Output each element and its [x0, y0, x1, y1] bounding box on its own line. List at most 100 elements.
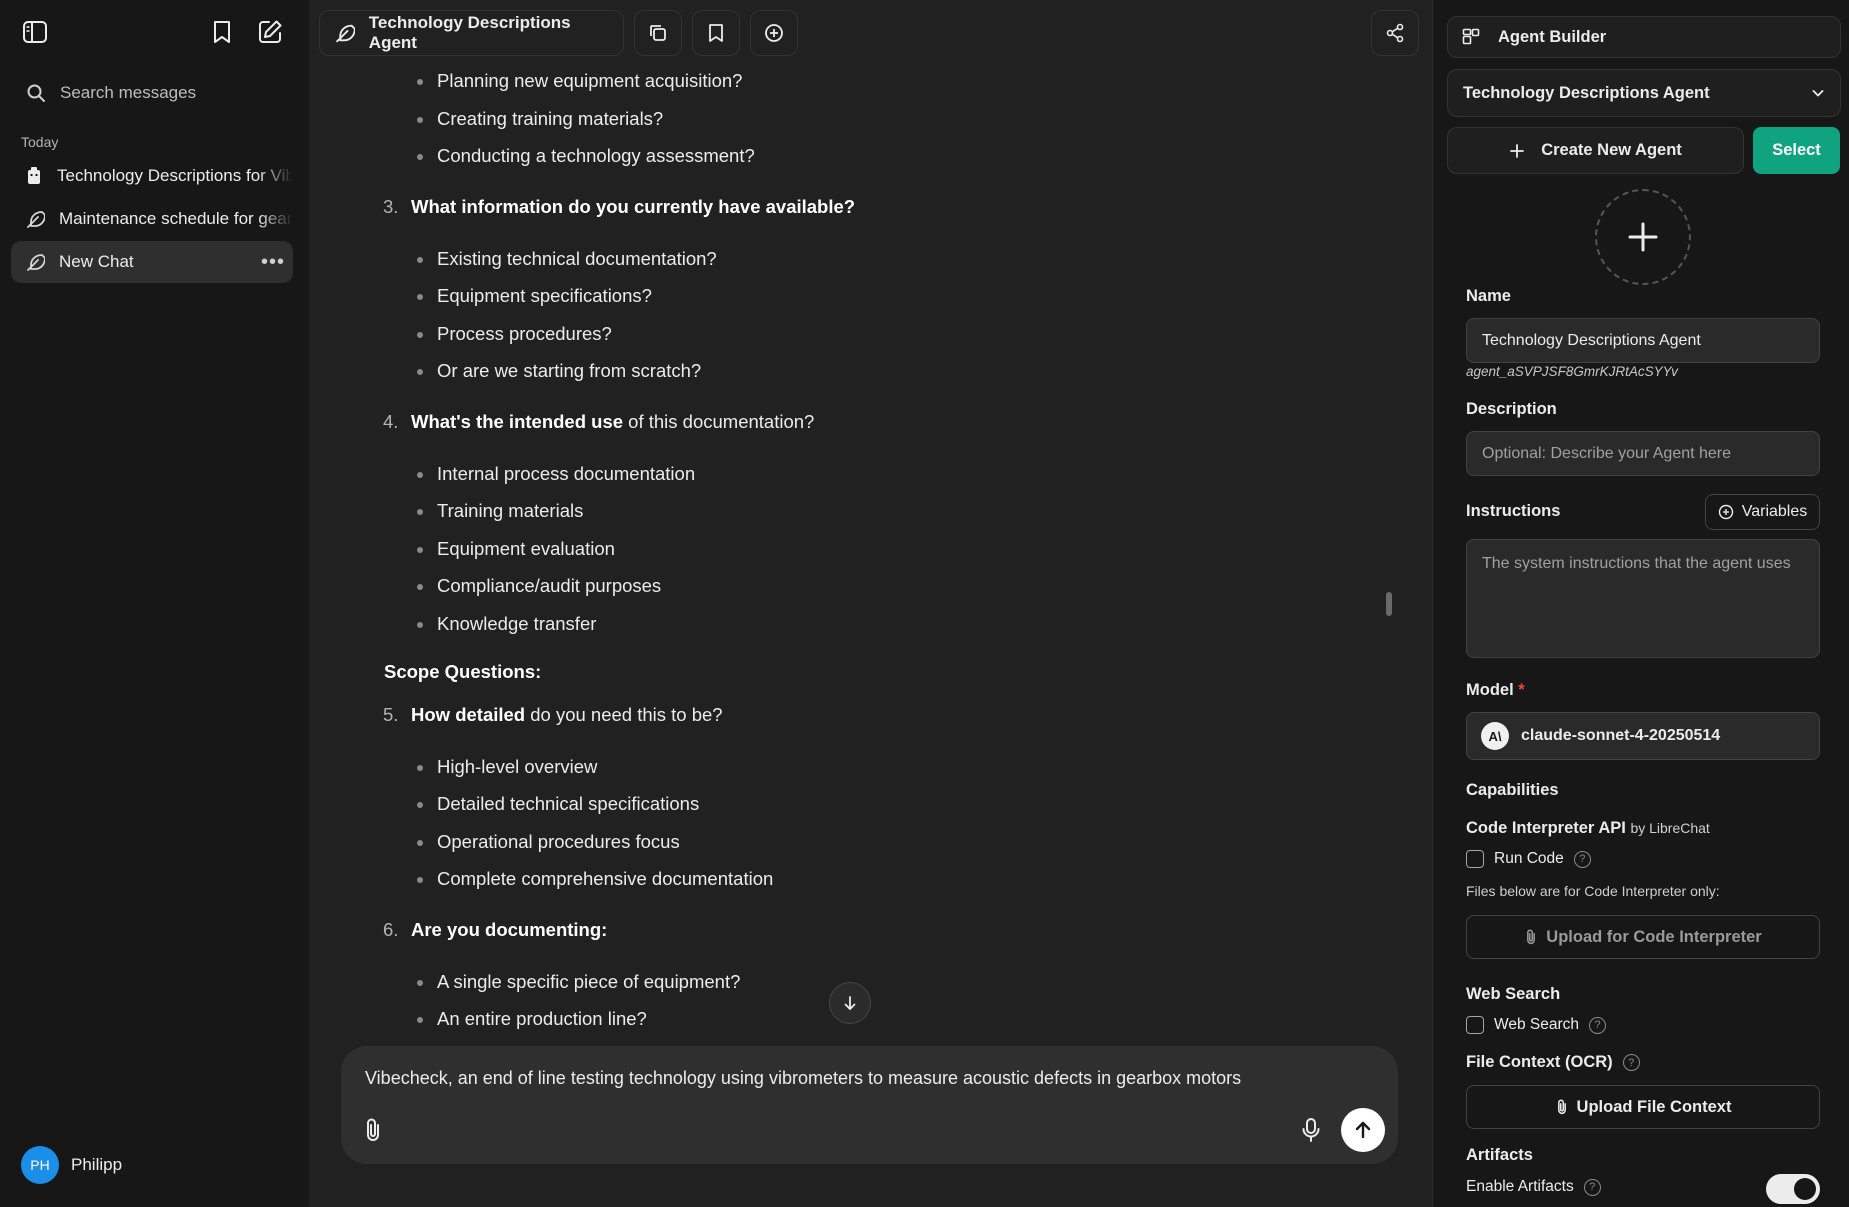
selected-agent: Technology Descriptions Agent — [1463, 83, 1710, 102]
add-button[interactable] — [750, 10, 798, 56]
list-item: Existing technical documentation? — [417, 248, 717, 269]
run-code-checkbox[interactable] — [1466, 850, 1484, 868]
select-button[interactable]: Select — [1753, 127, 1840, 174]
composer: Vibecheck, an end of line testing techno… — [341, 1046, 1398, 1164]
feather-icon — [27, 254, 45, 271]
upload-code-interpreter-button[interactable]: Upload for Code Interpreter — [1466, 915, 1820, 959]
conversation-item-active[interactable]: New Chat ••• — [11, 241, 293, 283]
list-item: Process procedures? — [417, 323, 612, 344]
question-3: 3. What information do you currently have… — [383, 196, 855, 218]
question-6: 6. Are you documenting: — [383, 919, 607, 941]
artifacts-heading: Artifacts — [1466, 1146, 1533, 1164]
plus-icon — [1628, 222, 1658, 252]
bookmark-icon — [214, 21, 230, 43]
scrollbar[interactable] — [1386, 592, 1392, 616]
share-button[interactable] — [1371, 10, 1419, 56]
list-item: Operational procedures focus — [417, 831, 680, 852]
instructions-textarea[interactable]: The system instructions that the agent u… — [1466, 539, 1820, 658]
list-item: Equipment evaluation — [417, 538, 615, 559]
model-label: Model * — [1466, 681, 1525, 700]
agent-selector-button[interactable]: Technology Descriptions Agent — [319, 10, 624, 56]
help-icon[interactable]: ? — [1622, 1054, 1640, 1071]
list-item: Training materials — [416, 500, 584, 521]
list-item: Compliance/audit purposes — [416, 575, 662, 596]
variables-label: Variables — [1741, 503, 1808, 520]
list-item: High-level overview — [416, 756, 598, 777]
model-selector[interactable]: A\ claude-sonnet-4-20250514 — [1466, 712, 1820, 760]
search-input[interactable]: Search messages — [60, 83, 196, 103]
name-input[interactable]: Technology Descriptions Agent — [1466, 318, 1820, 363]
scroll-to-bottom-button[interactable] — [829, 982, 871, 1024]
create-new-agent-button[interactable]: Create New Agent — [1447, 127, 1744, 174]
question-rest: of this documentation? — [623, 411, 815, 432]
bookmarks-button[interactable] — [202, 12, 242, 52]
message-input[interactable]: Vibecheck, an end of line testing techno… — [365, 1068, 1241, 1089]
enable-artifacts-toggle[interactable] — [1766, 1174, 1820, 1204]
run-code-label: Run Code — [1494, 850, 1564, 867]
list-item: Internal process documentation — [416, 463, 696, 484]
upload-file-context-button[interactable]: Upload File Context — [1466, 1085, 1820, 1129]
feather-icon — [27, 211, 45, 228]
list-item: Complete comprehensive documentation — [416, 868, 774, 889]
code-interpreter-heading: Code Interpreter API by LibreChat — [1466, 819, 1710, 838]
list-item: Planning new equipment acquisition? — [416, 70, 743, 91]
help-icon[interactable]: ? — [1573, 850, 1591, 868]
agent-avatar-icon — [28, 167, 40, 184]
model-label-text: Model — [1466, 681, 1514, 699]
user-menu[interactable]: PH Philipp — [21, 1146, 122, 1184]
description-input[interactable]: Optional: Describe your Agent here — [1466, 431, 1820, 476]
upload-ci-label: Upload for Code Interpreter — [1546, 927, 1762, 946]
help-icon[interactable]: ? — [1589, 1016, 1607, 1034]
instructions-label: Instructions — [1466, 502, 1561, 520]
question-number: 6. — [383, 919, 399, 940]
model-value: claude-sonnet-4-20250514 — [1521, 727, 1721, 744]
bookmark-icon — [709, 24, 723, 42]
required-marker: * — [1518, 681, 1525, 699]
agent-builder-header[interactable]: Agent Builder — [1447, 16, 1841, 58]
help-icon[interactable]: ? — [1583, 1178, 1601, 1196]
new-chat-button[interactable] — [250, 12, 290, 52]
files-note: Files below are for Code Interpreter onl… — [1466, 883, 1720, 899]
sidebar-toggle-icon — [23, 21, 47, 43]
file-context-heading: File Context (OCR) ? — [1466, 1053, 1640, 1072]
list-item: A single specific piece of equipment? — [416, 971, 741, 992]
code-interpreter-by: by LibreChat — [1630, 820, 1710, 836]
question-bold: What's the intended use — [411, 411, 624, 432]
scope-heading-text: Scope Questions: — [384, 661, 542, 682]
conversation-item[interactable]: Maintenance schedule for gearbox — [11, 198, 293, 240]
paperclip-icon — [1557, 1099, 1566, 1115]
question-4: 4. What's the intended use of this docume… — [383, 411, 814, 433]
agent-avatar-upload[interactable] — [1595, 189, 1691, 285]
list-item: An entire production line? — [417, 1008, 647, 1029]
search-messages[interactable]: Search messages — [14, 74, 294, 112]
agent-id: agent_aSVPJSF8GmrKJRtAcSYYv — [1466, 364, 1678, 379]
web-search-checkbox[interactable] — [1466, 1016, 1484, 1034]
variables-button[interactable]: Variables — [1705, 494, 1820, 530]
bookmark-chat-button[interactable] — [692, 10, 740, 56]
question-rest: do you need this to be? — [525, 704, 723, 725]
attach-file-button[interactable] — [355, 1112, 391, 1148]
code-interpreter-label: Code Interpreter API — [1466, 819, 1626, 837]
agent-dropdown[interactable]: Technology Descriptions Agent — [1447, 69, 1841, 117]
name-label: Name — [1466, 287, 1511, 305]
more-options-icon[interactable]: ••• — [253, 251, 293, 274]
sidebar: Search messages Today Technology Descrip… — [0, 0, 309, 1207]
copy-chat-button[interactable] — [634, 10, 682, 56]
grid-icon — [1462, 28, 1480, 45]
file-context-label: File Context (OCR) — [1466, 1053, 1613, 1071]
copy-icon — [650, 25, 666, 41]
upload-file-context-label: Upload File Context — [1576, 1097, 1732, 1116]
question-number: 3. — [383, 196, 399, 217]
list-item: Knowledge transfer — [416, 613, 597, 634]
section-today: Today — [21, 134, 59, 150]
send-button[interactable] — [1341, 1108, 1385, 1152]
toggle-sidebar-button[interactable] — [15, 12, 55, 52]
conversation-item[interactable]: Technology Descriptions for Vibecheck — [11, 155, 293, 197]
chevron-down-icon — [1812, 90, 1824, 97]
question-bold: What information do you currently have a… — [411, 196, 856, 217]
voice-input-button[interactable] — [1293, 1112, 1329, 1148]
search-icon — [27, 84, 45, 102]
panel-title: Agent Builder — [1498, 27, 1607, 46]
agent-name: Technology Descriptions Agent — [368, 13, 571, 52]
question-5: 5. How detailed do you need this to be? — [383, 704, 723, 726]
